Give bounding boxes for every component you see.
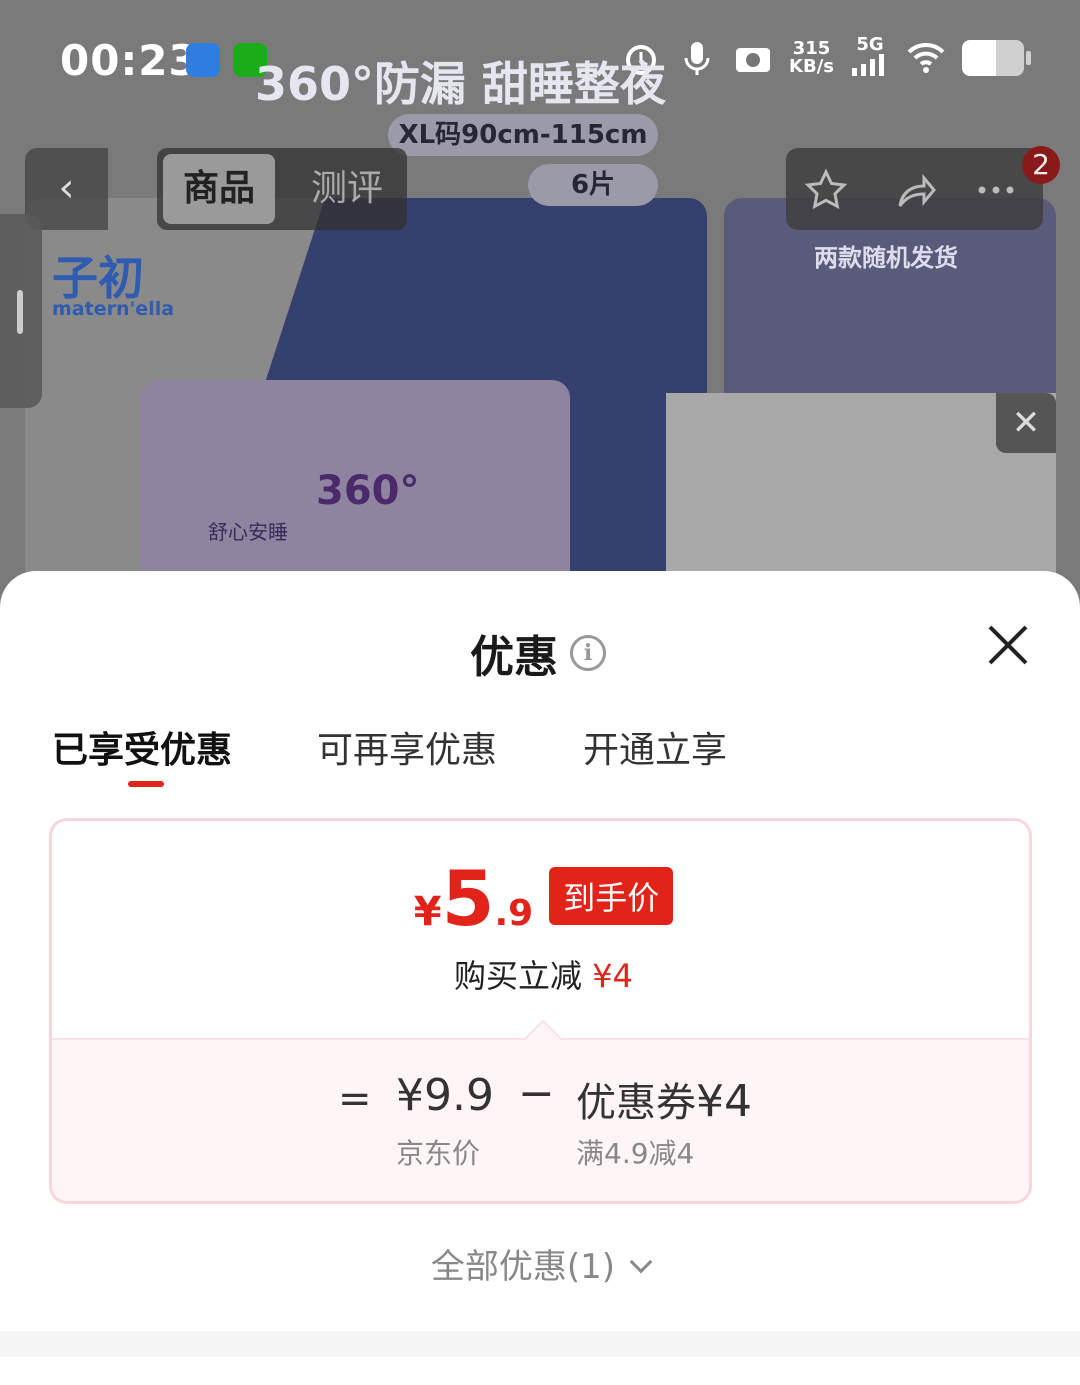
coupon-amount: ¥4	[696, 1076, 752, 1127]
network-type: 5G	[850, 36, 890, 80]
discount-bottom-sheet: 优惠 i 已享受优惠 可再享优惠 开通立享 ¥ 5 .9 到手价 购买立减 ¥4…	[0, 571, 1080, 1385]
price-breakdown: = ¥9.9 京东价 − 优惠券¥4 满4.9减4	[52, 1038, 1029, 1201]
camera-icon	[736, 48, 771, 72]
tab-product[interactable]: 商品	[163, 154, 275, 224]
chevron-down-icon	[629, 1250, 653, 1274]
tab-more-discounts[interactable]: 可再享优惠	[317, 721, 497, 773]
network-speed-unit: KB/s	[789, 56, 834, 77]
brand-logo-en: matern'ella	[52, 298, 175, 320]
sheet-footer-divider	[0, 1331, 1080, 1357]
status-icons: 315 KB/s 5G	[621, 36, 1031, 80]
pack-360-badge: 360°	[316, 468, 420, 514]
back-icon: ‹	[58, 165, 75, 211]
banner-size-pill: XL码90cm-115cm	[388, 114, 658, 156]
wifi-icon	[907, 42, 945, 73]
network-type-label: 5G	[856, 34, 884, 55]
sheet-title: 优惠	[470, 632, 558, 683]
video-close-icon[interactable]: ✕	[996, 393, 1056, 453]
tab-review[interactable]: 测评	[291, 154, 403, 224]
coupon-discount: 优惠券¥4	[576, 1070, 752, 1128]
final-price-row: ¥ 5 .9 到手价	[52, 861, 1029, 937]
pack-label: 舒心安睡	[208, 520, 288, 544]
final-price: ¥ 5 .9	[414, 861, 533, 937]
battery-icon	[962, 40, 1031, 76]
signal-icon	[852, 54, 884, 76]
status-time: 00:23	[60, 36, 199, 85]
final-price-decimal: .9	[494, 893, 534, 934]
all-offers-label: 全部优惠(1)	[430, 1247, 616, 1287]
final-price-currency: ¥	[413, 889, 442, 935]
discount-tabs: 已享受优惠 可再享优惠 开通立享	[52, 721, 1032, 791]
star-icon[interactable]	[804, 168, 848, 212]
final-price-card: ¥ 5 .9 到手价 购买立减 ¥4 = ¥9.9 京东价 − 优惠券¥4 满4…	[49, 818, 1032, 1204]
instant-discount-label: 购买立减	[454, 957, 583, 995]
instant-discount-amount: ¥4	[592, 957, 633, 995]
more-icon[interactable]	[974, 168, 1018, 212]
sheet-header: 优惠 i	[470, 621, 606, 685]
tab-enjoyed-discounts[interactable]: 已享受优惠	[52, 721, 232, 773]
all-offers-toggle[interactable]: 全部优惠(1)	[0, 1239, 1080, 1288]
close-icon[interactable]	[984, 621, 1032, 669]
coupon-condition: 满4.9减4	[576, 1137, 695, 1170]
product-nav-tabs: 商品 测评	[157, 148, 407, 230]
instant-discount: 购买立减 ¥4	[52, 951, 1029, 997]
coupon-label: 优惠券	[576, 1080, 696, 1126]
breakdown-minus: −	[518, 1068, 555, 1119]
jd-price: ¥9.9	[396, 1070, 494, 1121]
banner-count-pill: 6片	[528, 164, 658, 206]
side-image-title: 两款随机发货	[814, 244, 958, 272]
mic-icon	[684, 42, 710, 75]
notification-badge: 2	[1022, 146, 1060, 184]
share-icon[interactable]	[894, 168, 938, 212]
banner-headline: 360°防漏 甜睡整夜	[255, 57, 667, 111]
breakdown-equals: =	[338, 1076, 372, 1122]
jd-price-label: 京东价	[396, 1137, 481, 1170]
active-tab-indicator	[128, 781, 164, 787]
info-icon[interactable]: i	[570, 635, 606, 671]
screenshot-app-icon	[186, 43, 220, 77]
final-price-integer: 5	[441, 854, 495, 943]
product-page-background: 00:23 315 KB/s 5G 360°防漏 甜睡整夜 XL码90cm-11…	[0, 0, 1080, 600]
final-price-tag: 到手价	[549, 867, 674, 925]
tab-activate-discounts[interactable]: 开通立享	[583, 721, 727, 773]
side-drawer-handle[interactable]	[0, 214, 42, 408]
product-nav-actions	[786, 148, 1043, 230]
network-speed: 315 KB/s	[789, 40, 834, 76]
